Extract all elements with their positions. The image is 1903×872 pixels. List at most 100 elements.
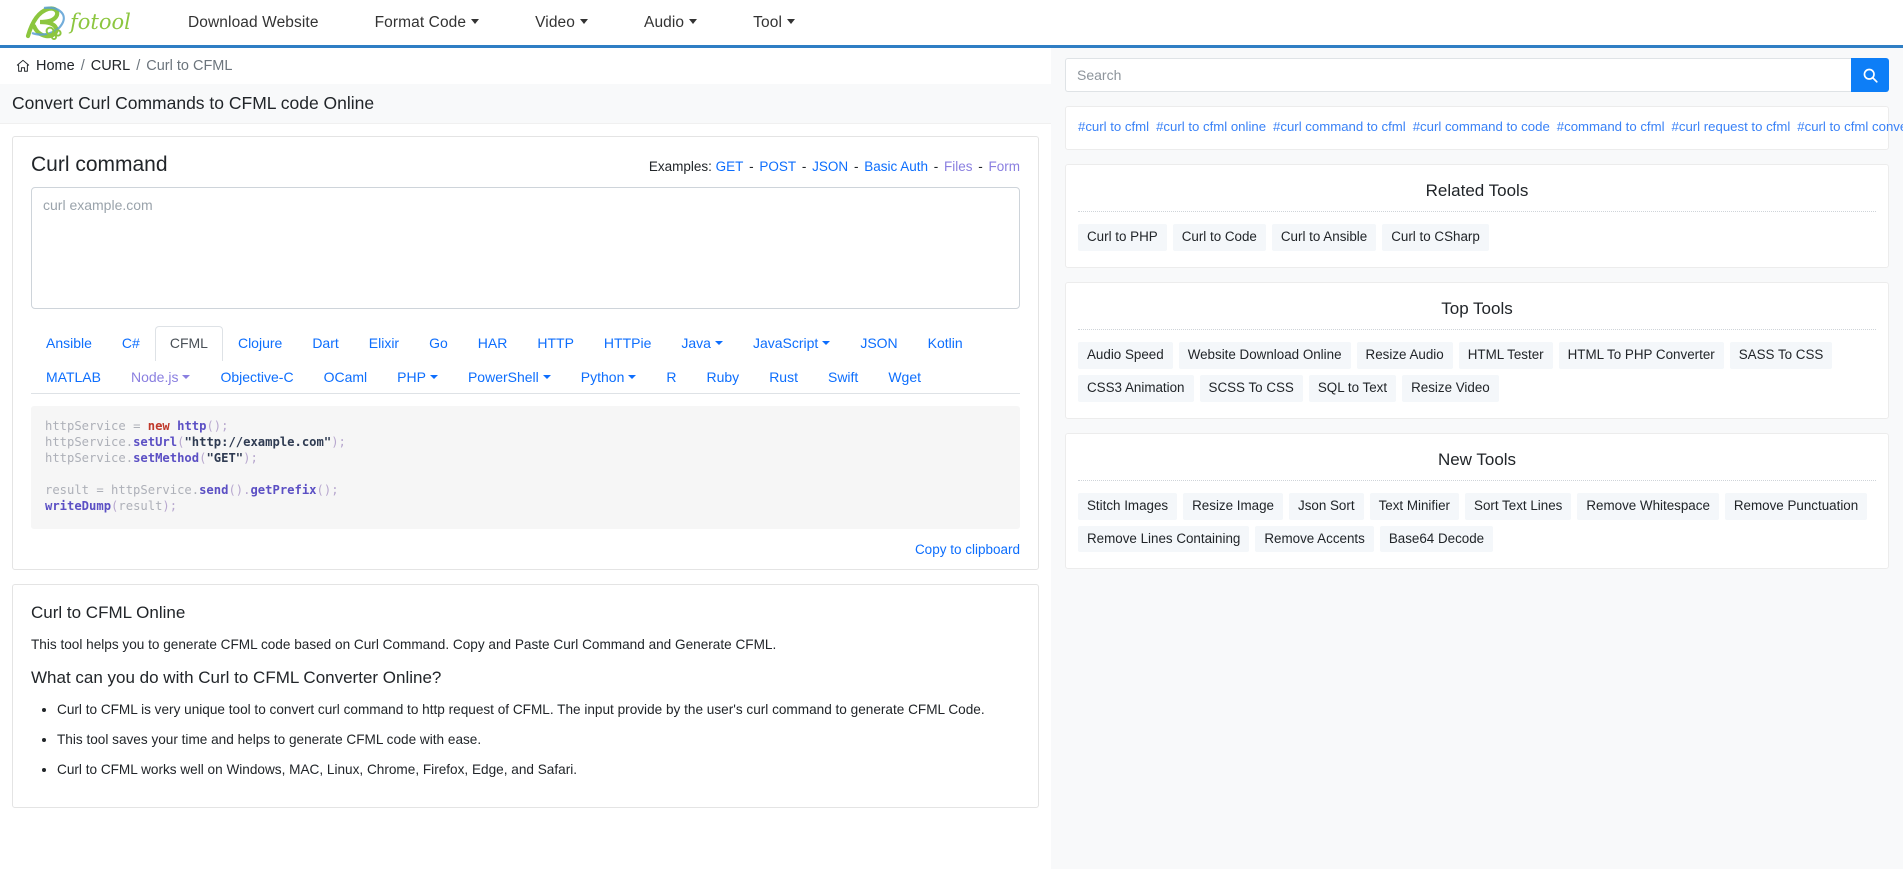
new-tool-link[interactable]: Text Minifier <box>1369 492 1460 520</box>
lang-tab-objective-c[interactable]: Objective-C <box>205 360 308 395</box>
top-tool-link[interactable]: Website Download Online <box>1178 342 1351 369</box>
top-tool-link[interactable]: SQL to Text <box>1308 374 1397 402</box>
article-bullet: Curl to CFML is very unique tool to conv… <box>57 700 1020 720</box>
top-tool-link[interactable]: CSS3 Animation <box>1078 374 1194 402</box>
code-token: result = httpService. <box>45 483 200 498</box>
tag-link[interactable]: #curl to cfml converter <box>1797 119 1903 134</box>
breadcrumb-home-link[interactable]: Home <box>16 58 75 74</box>
breadcrumb-category-link[interactable]: CURL <box>91 58 130 74</box>
top-tool-link[interactable]: Resize Audio <box>1356 342 1453 369</box>
bfotool-logo-icon: fotool <box>25 6 130 40</box>
lang-tab-clojure[interactable]: Clojure <box>223 326 297 361</box>
tag-link[interactable]: #command to cfml <box>1557 119 1665 134</box>
new-tools-panel: New Tools Stitch Images Resize Image Json … <box>1065 432 1889 570</box>
code-token: ); <box>162 499 178 514</box>
example-link-files[interactable]: Files <box>944 159 973 174</box>
nav-item-audio[interactable]: Audio <box>644 14 698 32</box>
site-logo[interactable]: fotool <box>18 0 136 46</box>
new-tool-link[interactable]: Remove Punctuation <box>1724 492 1868 520</box>
curl-command-input[interactable] <box>31 187 1020 309</box>
lang-tab-httpie[interactable]: HTTPie <box>589 326 666 361</box>
new-tool-link[interactable]: Remove Accents <box>1255 525 1374 553</box>
lang-tab-r[interactable]: R <box>651 360 691 395</box>
nav-item-download-website[interactable]: Download Website <box>188 14 319 32</box>
lang-tab-python[interactable]: Python <box>566 360 652 395</box>
related-tool-link[interactable]: Curl to CSharp <box>1382 224 1489 252</box>
lang-tab-c[interactable]: C# <box>107 326 155 361</box>
code-token: ); <box>243 451 258 466</box>
lang-tab-label: Dart <box>312 335 339 351</box>
example-link-form[interactable]: Form <box>989 159 1021 174</box>
related-tools-panel: Related Tools Curl to PHP Curl to Code Cur… <box>1065 164 1889 269</box>
lang-tab-php[interactable]: PHP <box>382 360 453 395</box>
new-tool-link[interactable]: Base64 Decode <box>1379 525 1494 553</box>
search-button[interactable] <box>1851 58 1889 92</box>
code-token: setUrl <box>133 435 178 450</box>
top-tool-link[interactable]: Audio Speed <box>1078 342 1173 369</box>
example-link-post[interactable]: POST <box>759 159 796 174</box>
top-tool-link[interactable]: HTML To PHP Converter <box>1558 342 1724 369</box>
lang-tab-http[interactable]: HTTP <box>522 326 589 361</box>
new-tool-link[interactable]: Json Sort <box>1289 492 1364 520</box>
lang-tab-dart[interactable]: Dart <box>297 326 353 361</box>
svg-text:fotool: fotool <box>68 10 130 34</box>
lang-tab-powershell[interactable]: PowerShell <box>453 360 566 395</box>
lang-tab-javascript[interactable]: JavaScript <box>738 326 845 361</box>
tag-cloud-panel: #curl to cfml #curl to cfml online #curl c… <box>1065 106 1903 151</box>
top-tool-link[interactable]: Resize Video <box>1402 374 1499 402</box>
lang-tab-node-js[interactable]: Node.js <box>116 360 205 395</box>
lang-tab-rust[interactable]: Rust <box>754 360 813 395</box>
lang-tab-wget[interactable]: Wget <box>873 360 936 395</box>
lang-tab-label: OCaml <box>323 368 368 385</box>
search-input[interactable] <box>1065 58 1851 92</box>
code-token: = <box>133 419 148 433</box>
lang-tab-go[interactable]: Go <box>414 326 463 361</box>
article-heading-1: Curl to CFML Online <box>31 602 186 622</box>
lang-tab-kotlin[interactable]: Kotlin <box>913 326 978 361</box>
lang-tab-label: Rust <box>769 368 798 385</box>
lang-tab-swift[interactable]: Swift <box>813 360 873 395</box>
lang-tab-json[interactable]: JSON <box>845 326 912 361</box>
tag-link[interactable]: #curl command to code <box>1413 119 1550 134</box>
related-tool-link[interactable]: Curl to Code <box>1172 224 1266 252</box>
tag-link[interactable]: #curl request to cfml <box>1672 119 1791 134</box>
new-tool-link[interactable]: Remove Lines Containing <box>1078 525 1250 553</box>
related-tool-link[interactable]: Curl to Ansible <box>1271 224 1377 252</box>
code-line: writeDump(result); <box>45 498 1006 514</box>
lang-tab-ruby[interactable]: Ruby <box>692 360 755 395</box>
new-tool-link[interactable]: Sort Text Lines <box>1465 492 1572 520</box>
lang-tab-cfml[interactable]: CFML <box>154 326 223 361</box>
lang-tab-ansible[interactable]: Ansible <box>31 326 107 361</box>
top-tools-list: Audio Speed Website Download Online Resize… <box>1078 342 1876 406</box>
new-tool-link[interactable]: Remove Whitespace <box>1577 492 1719 520</box>
related-tool-link[interactable]: Curl to PHP <box>1078 224 1167 252</box>
nav-item-format-code[interactable]: Format Code <box>375 14 480 32</box>
search-row <box>1065 58 1889 92</box>
lang-tab-matlab[interactable]: MATLAB <box>31 360 116 395</box>
lang-tab-ocaml[interactable]: OCaml <box>309 360 383 395</box>
tag-link[interactable]: #curl command to cfml <box>1273 119 1406 134</box>
lang-tab-label: Ruby <box>706 368 740 385</box>
copy-to-clipboard-button[interactable]: Copy to clipboard <box>915 542 1020 557</box>
nav-item-video[interactable]: Video <box>535 14 588 32</box>
nav-item-tool[interactable]: Tool <box>753 14 795 32</box>
example-link-basic-auth[interactable]: Basic Auth <box>864 159 928 174</box>
new-tool-link[interactable]: Resize Image <box>1183 492 1283 520</box>
copy-row: Copy to clipboard <box>13 529 1038 569</box>
example-link-get[interactable]: GET <box>716 159 744 174</box>
lang-tab-har[interactable]: HAR <box>463 326 523 361</box>
breadcrumb-home-label: Home <box>36 58 75 74</box>
top-tool-link[interactable]: SCSS To CSS <box>1199 374 1303 402</box>
tag-link[interactable]: #curl to cfml online <box>1156 119 1266 134</box>
lang-tab-elixir[interactable]: Elixir <box>354 326 414 361</box>
lang-tab-java[interactable]: Java <box>666 326 738 361</box>
top-tool-link[interactable]: HTML Tester <box>1458 342 1553 369</box>
top-navigation-bar: fotool Download Website Format Code Vide… <box>0 0 1903 48</box>
code-line: httpService = new http(); <box>45 418 1006 434</box>
example-link-json[interactable]: JSON <box>812 159 848 174</box>
chevron-down-icon <box>580 18 588 24</box>
tag-link[interactable]: #curl to cfml <box>1078 119 1149 134</box>
new-tool-link[interactable]: Stitch Images <box>1078 492 1178 520</box>
top-tool-link[interactable]: SASS To CSS <box>1729 342 1833 369</box>
code-token: httpService <box>45 419 134 433</box>
